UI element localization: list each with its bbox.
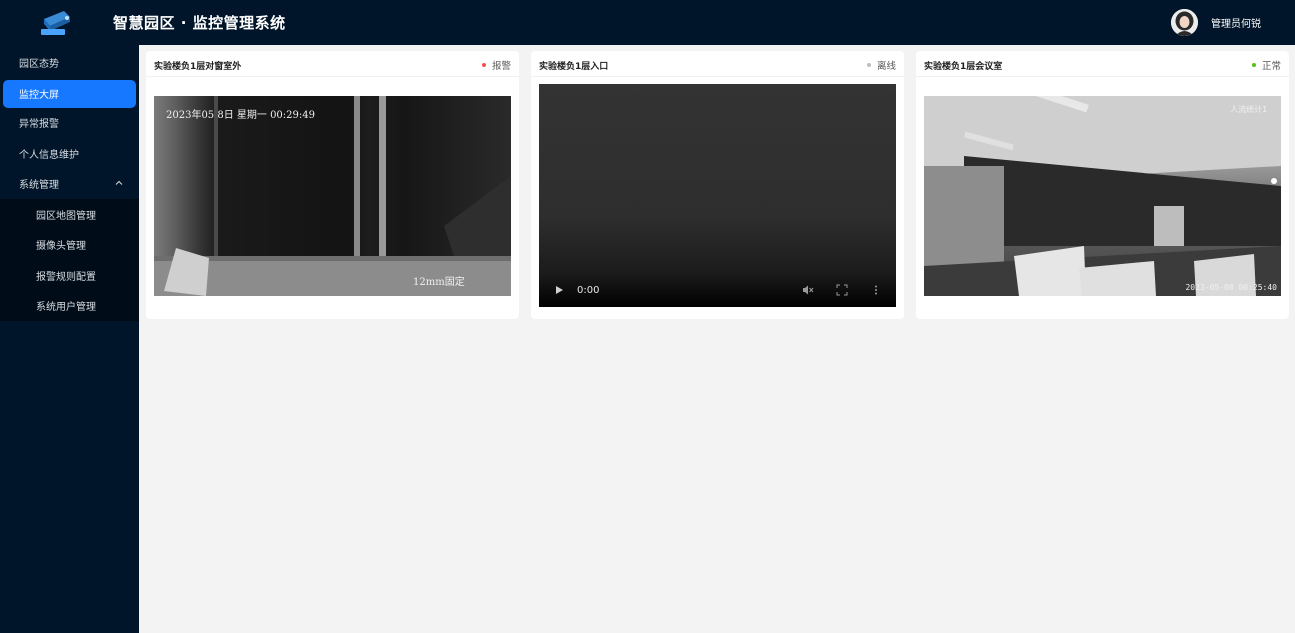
card-header: 实验楼负1层会议室 正常 (916, 51, 1289, 77)
video-overlay-label: 人流统计1 (1230, 105, 1267, 114)
chevron-up-icon (115, 179, 123, 187)
camera-card: 实验楼负1层会议室 正常 人流统计1 2023-05-08 00:25:40 (916, 51, 1289, 319)
camera-video[interactable]: 2023年05 8日 星期一 00:29:49 12mm固定 (154, 96, 511, 296)
sidebar-item-profile[interactable]: 个人信息维护 (0, 138, 139, 169)
status-badge: 离线 (866, 58, 896, 72)
sidebar-item-alarm-rules[interactable]: 报警规则配置 (0, 260, 139, 291)
avatar[interactable] (1171, 9, 1198, 36)
logo-icon (36, 5, 76, 39)
camera-title: 实验楼负1层会议室 (924, 62, 1003, 72)
status-badge: 正常 (1251, 58, 1281, 72)
sidebar-item-map-management[interactable]: 园区地图管理 (0, 199, 139, 230)
top-header: 智慧园区 · 监控管理系统 管理员何锐 (0, 0, 1295, 45)
user-name: 管理员何锐 (1211, 19, 1261, 30)
sidebar-item-label: 系统管理 (19, 180, 59, 192)
sidebar-item-label: 个人信息维护 (19, 149, 79, 161)
sidebar-item-label: 系统用户管理 (36, 302, 96, 314)
sidebar-item-label: 监控大屏 (19, 90, 59, 101)
user-menu[interactable]: 管理员何锐 (1171, 9, 1261, 36)
camera-card: 实验楼负1层对窗室外 报警 2023年05 8日 星期一 00:29:49 12… (146, 51, 519, 319)
sidebar-item-overview[interactable]: 园区态势 (0, 47, 139, 78)
status-dot-icon (1251, 63, 1256, 67)
fullscreen-icon[interactable] (836, 284, 848, 296)
sidebar-item-label: 报警规则配置 (36, 271, 96, 283)
video-timestamp: 2023-05-08 00:25:40 (1185, 283, 1277, 292)
mute-icon[interactable] (802, 284, 814, 296)
card-header: 实验楼负1层入口 离线 (531, 51, 904, 77)
sidebar-item-label: 摄像头管理 (36, 241, 86, 253)
app-title: 智慧园区 · 监控管理系统 (113, 14, 286, 32)
sidebar-item-camera-management[interactable]: 摄像头管理 (0, 230, 139, 261)
camera-card: 实验楼负1层入口 离线 0:00 (531, 51, 904, 319)
video-controls: 0:00 (539, 273, 896, 307)
video-time: 0:00 (577, 284, 600, 296)
sidebar-item-label: 园区地图管理 (36, 210, 96, 222)
status-dot-icon (481, 63, 486, 67)
system-submenu: 园区地图管理 摄像头管理 报警规则配置 系统用户管理 (0, 199, 139, 321)
status-text: 报警 (491, 61, 511, 72)
sidebar-item-user-management[interactable]: 系统用户管理 (0, 291, 139, 322)
sidebar-item-label: 异常报警 (19, 119, 59, 131)
status-text: 离线 (876, 61, 896, 72)
video-overlay-label: 12mm固定 (413, 277, 465, 288)
status-badge: 报警 (481, 58, 511, 72)
camera-title: 实验楼负1层入口 (539, 62, 609, 72)
sidebar-item-alarms[interactable]: 异常报警 (0, 108, 139, 139)
main-content: 实验楼负1层对窗室外 报警 2023年05 8日 星期一 00:29:49 12… (139, 45, 1295, 633)
video-timestamp: 2023年05 8日 星期一 00:29:49 (166, 110, 315, 121)
camera-title: 实验楼负1层对窗室外 (154, 62, 242, 72)
play-icon[interactable] (553, 284, 565, 296)
more-options-icon[interactable] (870, 284, 882, 296)
sidebar-item-monitor-screen[interactable]: 监控大屏 (3, 79, 136, 108)
status-dot-icon (866, 63, 871, 67)
camera-video[interactable]: 人流统计1 2023-05-08 00:25:40 (924, 96, 1281, 296)
video-player[interactable]: 0:00 (539, 84, 896, 307)
sidebar-item-system[interactable]: 系统管理 (0, 169, 139, 200)
sidebar-item-label: 园区态势 (19, 58, 59, 70)
sidebar: 园区态势 监控大屏 异常报警 个人信息维护 系统管理 园区地图管理 摄像头管理 … (0, 45, 139, 633)
status-text: 正常 (1261, 61, 1281, 72)
card-header: 实验楼负1层对窗室外 报警 (146, 51, 519, 77)
